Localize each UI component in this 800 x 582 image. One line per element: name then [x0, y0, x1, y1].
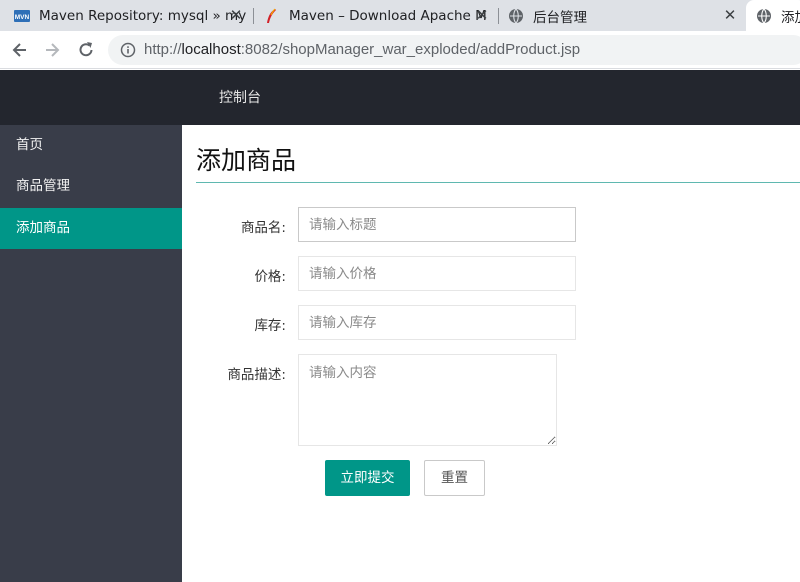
browser-tab-title: Maven – Download Apache M [289, 7, 487, 24]
price-label: 价格: [254, 269, 286, 285]
close-icon[interactable]: ✕ [228, 7, 244, 23]
url-prefix: http:// [144, 41, 182, 58]
browser-toolbar: http://localhost:8082/shopManager_war_ex… [0, 31, 800, 69]
browser-tab-admin[interactable]: 后台管理 ✕ [508, 0, 744, 31]
sidebar-item-product-management[interactable]: 商品管理 [0, 166, 182, 207]
description-label: 商品描述: [227, 367, 286, 383]
url-host: localhost [181, 41, 241, 58]
tab-separator [498, 8, 499, 24]
url-path: :8082/shopManager_war_exploded/addProduc… [240, 41, 581, 58]
stock-label: 库存: [254, 318, 286, 334]
browser-tab-maven-download[interactable]: Maven – Download Apache M ✕ [264, 0, 496, 31]
page-title: 添加商品 [196, 146, 297, 175]
main-content: 添加商品 商品名: 价格: 库存: 商品描述: 立即提交 重置 [182, 125, 800, 582]
price-input[interactable] [298, 256, 576, 291]
product-name-input[interactable] [298, 207, 576, 242]
submit-button[interactable]: 立即提交 [325, 460, 410, 496]
globe-icon [509, 8, 523, 23]
close-icon[interactable]: ✕ [474, 7, 490, 23]
browser-tab-title: Maven Repository: mysql » my [39, 7, 247, 24]
browser-tab-add-product[interactable]: 添加 [746, 0, 800, 31]
sidebar: 首页 商品管理 添加商品 [0, 125, 182, 582]
address-bar[interactable]: http://localhost:8082/shopManager_war_ex… [108, 35, 800, 65]
forward-arrow-icon[interactable] [42, 40, 62, 60]
top-navbar: 控制台 [0, 70, 800, 125]
globe-icon [757, 8, 771, 23]
browser-tab-maven-repository[interactable]: MVN Maven Repository: mysql » my ✕ [14, 0, 250, 31]
close-icon[interactable]: ✕ [722, 7, 738, 23]
stock-input[interactable] [298, 305, 576, 340]
svg-text:MVN: MVN [15, 14, 30, 21]
back-arrow-icon[interactable] [10, 40, 30, 60]
maven-mvn-icon: MVN [14, 9, 30, 22]
url-text: http://localhost:8082/shopManager_war_ex… [144, 41, 580, 58]
description-textarea[interactable] [298, 354, 557, 446]
title-divider [196, 182, 800, 183]
info-icon[interactable] [120, 42, 136, 58]
product-name-label: 商品名: [240, 220, 286, 236]
tab-separator [253, 8, 254, 24]
nav-console-link[interactable]: 控制台 [219, 87, 261, 107]
sidebar-item-add-product[interactable]: 添加商品 [0, 208, 182, 249]
browser-tab-title: 后台管理 [533, 9, 587, 26]
sidebar-item-home[interactable]: 首页 [0, 125, 182, 166]
browser-tab-bar: MVN Maven Repository: mysql » my ✕ Maven… [0, 0, 800, 31]
reset-button[interactable]: 重置 [424, 460, 485, 496]
apache-feather-icon [267, 8, 276, 23]
browser-tab-title: 添加 [781, 9, 800, 26]
reload-icon[interactable] [76, 40, 96, 60]
